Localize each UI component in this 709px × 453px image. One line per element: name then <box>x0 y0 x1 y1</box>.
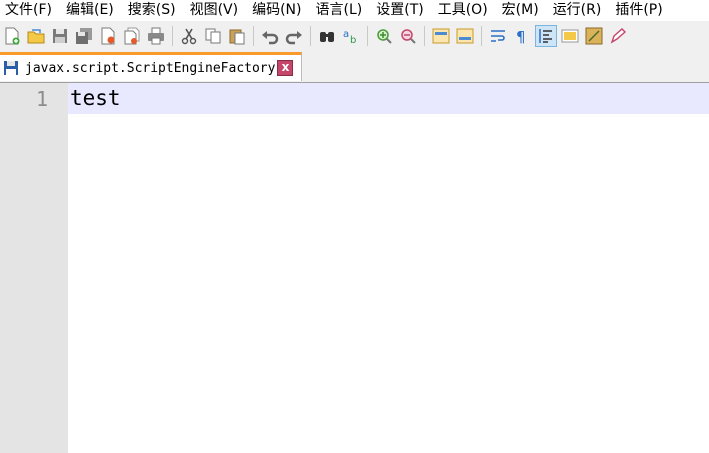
svg-text:a: a <box>343 29 349 40</box>
menu-file[interactable]: 文件(F) <box>0 0 61 21</box>
find-icon[interactable] <box>316 25 338 47</box>
close-all-icon[interactable] <box>121 25 143 47</box>
zoom-out-icon[interactable] <box>397 25 419 47</box>
menu-edit[interactable]: 编辑(E) <box>61 0 123 21</box>
toolbar: ab ¶ <box>0 21 709 50</box>
save-icon[interactable] <box>49 25 71 47</box>
function-list-icon[interactable] <box>583 25 605 47</box>
redo-icon[interactable] <box>283 25 305 47</box>
paste-icon[interactable] <box>226 25 248 47</box>
menu-plugins[interactable]: 插件(P) <box>610 0 671 21</box>
editor-area[interactable]: 1 test <box>0 83 709 453</box>
menu-macro[interactable]: 宏(M) <box>497 0 548 21</box>
close-icon[interactable] <box>97 25 119 47</box>
svg-text:b: b <box>350 35 356 45</box>
toolbar-separator <box>424 25 425 46</box>
toolbar-separator <box>253 25 254 46</box>
toolbar-separator <box>310 25 311 46</box>
replace-icon[interactable]: ab <box>340 25 362 47</box>
undo-icon[interactable] <box>259 25 281 47</box>
zoom-in-icon[interactable] <box>373 25 395 47</box>
file-tab[interactable]: javax.script.ScriptEngineFactory x <box>0 52 302 81</box>
menu-run[interactable]: 运行(R) <box>548 0 611 21</box>
menu-encoding[interactable]: 编码(N) <box>247 0 310 21</box>
sync-vertical-icon[interactable] <box>430 25 452 47</box>
cut-icon[interactable] <box>178 25 200 47</box>
tab-title: javax.script.ScriptEngineFactory <box>25 60 276 76</box>
doc-map-icon[interactable] <box>559 25 581 47</box>
pencil-icon[interactable] <box>607 25 629 47</box>
saved-file-icon <box>3 60 19 76</box>
menu-settings[interactable]: 设置(T) <box>371 0 432 21</box>
line-number-gutter: 1 <box>0 83 68 453</box>
open-file-icon[interactable] <box>25 25 47 47</box>
show-all-chars-icon[interactable]: ¶ <box>511 25 533 47</box>
save-all-icon[interactable] <box>73 25 95 47</box>
sync-horizontal-icon[interactable] <box>454 25 476 47</box>
menu-search[interactable]: 搜索(S) <box>123 0 185 21</box>
code-line[interactable]: test <box>70 86 121 110</box>
line-number: 1 <box>35 87 48 111</box>
menu-tools[interactable]: 工具(O) <box>433 0 497 21</box>
current-line-highlight <box>68 83 709 114</box>
tab-bar: javax.script.ScriptEngineFactory x <box>0 50 709 83</box>
toolbar-separator <box>481 25 482 46</box>
word-wrap-icon[interactable] <box>487 25 509 47</box>
tab-close-button[interactable]: x <box>277 60 294 76</box>
copy-icon[interactable] <box>202 25 224 47</box>
menu-language[interactable]: 语言(L) <box>311 0 372 21</box>
menu-bar: 文件(F) 编辑(E) 搜索(S) 视图(V) 编码(N) 语言(L) 设置(T… <box>0 0 709 21</box>
toolbar-separator <box>367 25 368 46</box>
menu-view[interactable]: 视图(V) <box>185 0 248 21</box>
indent-guide-icon[interactable] <box>535 24 557 47</box>
print-icon[interactable] <box>145 25 167 47</box>
toolbar-separator <box>172 25 173 46</box>
new-file-icon[interactable] <box>1 25 23 47</box>
svg-text:¶: ¶ <box>516 28 526 45</box>
